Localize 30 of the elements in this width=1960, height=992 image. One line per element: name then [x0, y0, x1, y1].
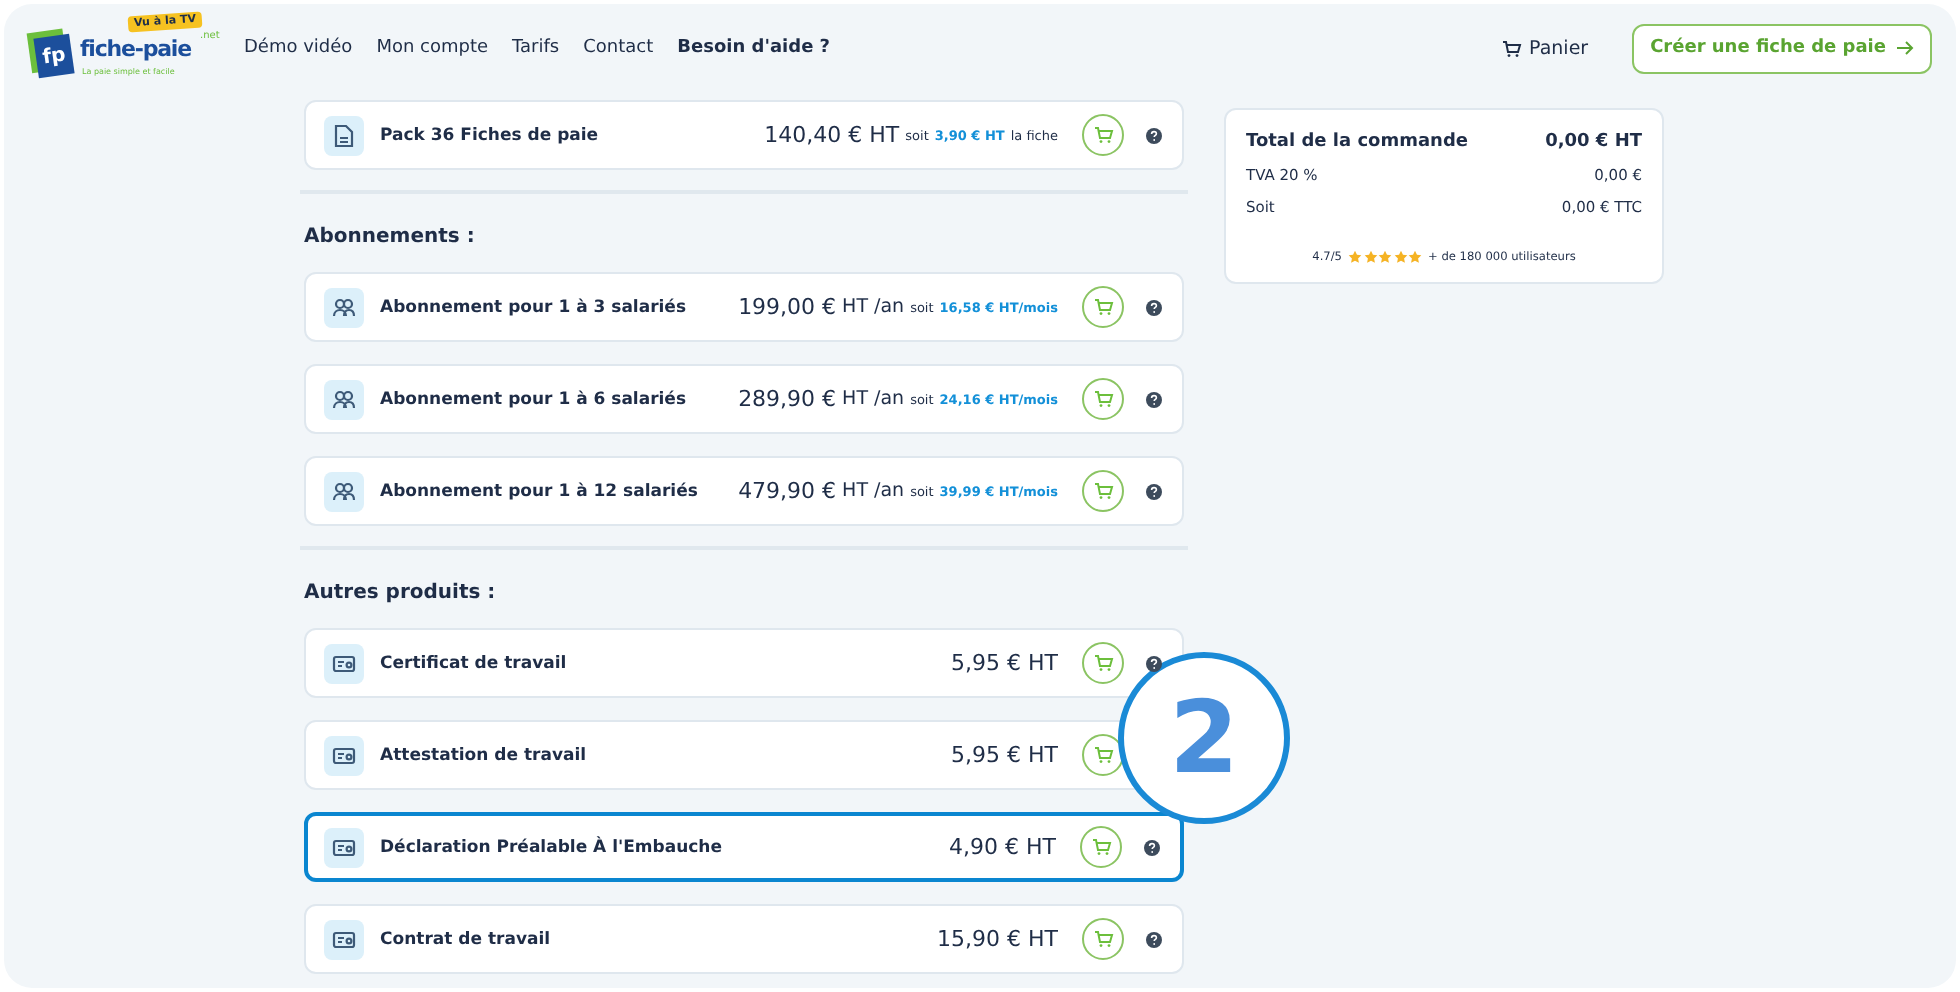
nav-link[interactable]: Démo vidéo: [244, 38, 353, 58]
product-name: Abonnement pour 1 à 6 salariés: [380, 389, 687, 409]
product-price: 5,95 € HT: [951, 650, 1058, 676]
summary-label: Total de la commande: [1246, 132, 1468, 152]
price-unit: HT /an: [842, 296, 905, 318]
nav-link[interactable]: Mon compte: [376, 38, 489, 58]
price-unit: HT /an: [842, 480, 905, 502]
step-number-badge: 2: [1118, 652, 1290, 824]
cart-link[interactable]: Panier: [1501, 37, 1589, 59]
product-name: Certificat de travail: [380, 653, 567, 673]
product-name: Déclaration Préalable À l'Embauche: [380, 837, 723, 857]
price-unit: HT /an: [842, 388, 905, 410]
nav-link[interactable]: Contact: [583, 38, 654, 58]
product-price: 15,90 € HT: [937, 926, 1058, 952]
product-price: 140,40 € HT: [764, 122, 900, 148]
product-name: Pack 36 Fiches de paie: [380, 125, 599, 145]
product-price: 5,95 € HT: [951, 742, 1058, 768]
section-title: Abonnements :: [304, 226, 477, 248]
product-price: 4,90 € HT: [949, 834, 1056, 860]
product-name: Abonnement pour 1 à 12 salariés: [380, 481, 698, 501]
section-title: Autres produits :: [304, 582, 498, 604]
nav-link[interactable]: Tarifs: [512, 38, 560, 58]
product-name: Contrat de travail: [380, 929, 551, 949]
product-price: 199,00 €: [738, 294, 837, 320]
summary-value: 0,00 € HT: [1545, 132, 1642, 152]
product-price: 479,90 €: [738, 478, 837, 504]
nav-link[interactable]: Besoin d'aide ?: [677, 38, 831, 58]
product-name: Abonnement pour 1 à 3 salariés: [380, 297, 687, 317]
product-name: Attestation de travail: [380, 745, 587, 765]
product-price: 289,90 €: [738, 386, 837, 412]
